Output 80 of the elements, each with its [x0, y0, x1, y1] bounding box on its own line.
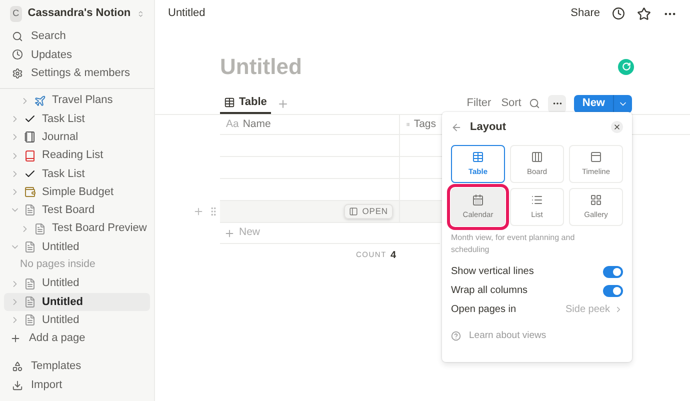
column-header[interactable]: Tags — [400, 115, 442, 134]
open-button[interactable]: OPEN — [344, 204, 393, 219]
breadcrumb[interactable]: Untitled — [168, 5, 206, 22]
toggle-switch[interactable] — [603, 284, 623, 296]
share-button[interactable]: Share — [570, 5, 600, 22]
table-row[interactable] — [220, 135, 442, 157]
help-icon — [451, 331, 461, 342]
sidebar-item[interactable]: Task List — [4, 110, 150, 128]
grammarly-icon[interactable] — [618, 58, 634, 74]
grid-icon — [590, 194, 602, 206]
page-icon — [24, 314, 36, 326]
count-value: 4 — [390, 248, 396, 262]
plus-icon — [10, 333, 21, 344]
sidebar-item[interactable]: Journal — [4, 128, 150, 146]
sidebar-item[interactable]: Test Board — [4, 201, 150, 220]
sidebar-item[interactable]: Untitled — [4, 238, 150, 256]
plane-icon — [34, 94, 46, 107]
sidebar-item[interactable]: Untitled — [4, 311, 150, 330]
close-button[interactable] — [611, 121, 623, 133]
row-handle-drawing[interactable] — [193, 206, 219, 217]
page-icon — [24, 204, 36, 216]
search-icon — [12, 30, 23, 42]
chevron-icon — [614, 305, 623, 314]
table-row[interactable] — [220, 157, 442, 179]
sidebar-item[interactable]: Travel Plans — [4, 92, 150, 110]
sidebar-item[interactable]: Untitled — [4, 274, 150, 293]
more-button[interactable] — [548, 94, 566, 112]
nav-item[interactable]: Updates — [0, 46, 154, 64]
new-button[interactable]: New — [574, 94, 632, 112]
sidebar-item[interactable]: Reading List — [4, 146, 150, 165]
view-tab[interactable]: Table — [220, 93, 271, 114]
sidebar-item[interactable]: Test Board Preview — [4, 220, 150, 238]
panel-title: Layout — [470, 120, 506, 135]
filter-button[interactable]: Filter — [466, 95, 492, 112]
settings-icon — [12, 68, 23, 79]
download-icon — [12, 380, 23, 391]
page-icon — [24, 278, 36, 290]
columns-icon — [531, 150, 543, 163]
toggle-switch[interactable] — [603, 266, 623, 278]
sort-button[interactable]: Sort — [501, 95, 522, 112]
back-arrow-icon[interactable] — [451, 122, 462, 132]
toggle-label: Show vertical lines — [451, 265, 535, 279]
star-icon[interactable] — [637, 6, 651, 20]
page-icon — [34, 222, 46, 235]
timeline-icon — [590, 150, 602, 163]
panel-icon — [349, 207, 358, 216]
clock-icon — [12, 49, 23, 60]
check-icon — [24, 112, 36, 125]
check-icon — [24, 168, 36, 180]
nav-item[interactable]: Templates — [0, 356, 154, 376]
notebook-icon — [24, 131, 36, 144]
layout-description: Month view, for event planning and scheduling — [451, 232, 576, 256]
toggle-label: Wrap all columns — [451, 284, 529, 298]
setting-label: Open pages in — [451, 303, 518, 317]
table-icon — [224, 97, 235, 108]
calendar-icon — [472, 194, 484, 206]
page-icon — [24, 296, 36, 308]
sidebar-item[interactable]: Task List — [4, 164, 150, 183]
book-icon — [24, 150, 36, 162]
column-header[interactable]: Aa Name — [220, 115, 400, 134]
nav-item[interactable]: Settings & members — [0, 64, 154, 82]
switcher-icon[interactable] — [136, 8, 144, 18]
nav-item[interactable]: Import — [0, 376, 154, 395]
close-icon — [613, 123, 621, 131]
add-view-icon[interactable] — [276, 98, 289, 110]
plus-icon — [224, 228, 235, 238]
workspace-name[interactable]: Cassandra's Notion — [28, 5, 131, 22]
table-row[interactable] — [220, 179, 442, 201]
search-icon[interactable] — [529, 98, 540, 109]
sidebar-item[interactable]: Untitled — [4, 292, 150, 312]
empty-note: No pages inside — [20, 257, 96, 272]
nav-item[interactable]: Search — [0, 27, 154, 46]
shapes-icon — [12, 360, 23, 372]
add-page-button[interactable]: Add a page — [0, 329, 154, 348]
table-icon — [472, 150, 484, 163]
clock-icon[interactable] — [612, 7, 625, 20]
page-icon — [24, 241, 36, 254]
wallet-icon — [24, 186, 36, 198]
sidebar-item[interactable]: Simple Budget — [4, 182, 150, 202]
workspace-avatar: C — [10, 6, 22, 22]
